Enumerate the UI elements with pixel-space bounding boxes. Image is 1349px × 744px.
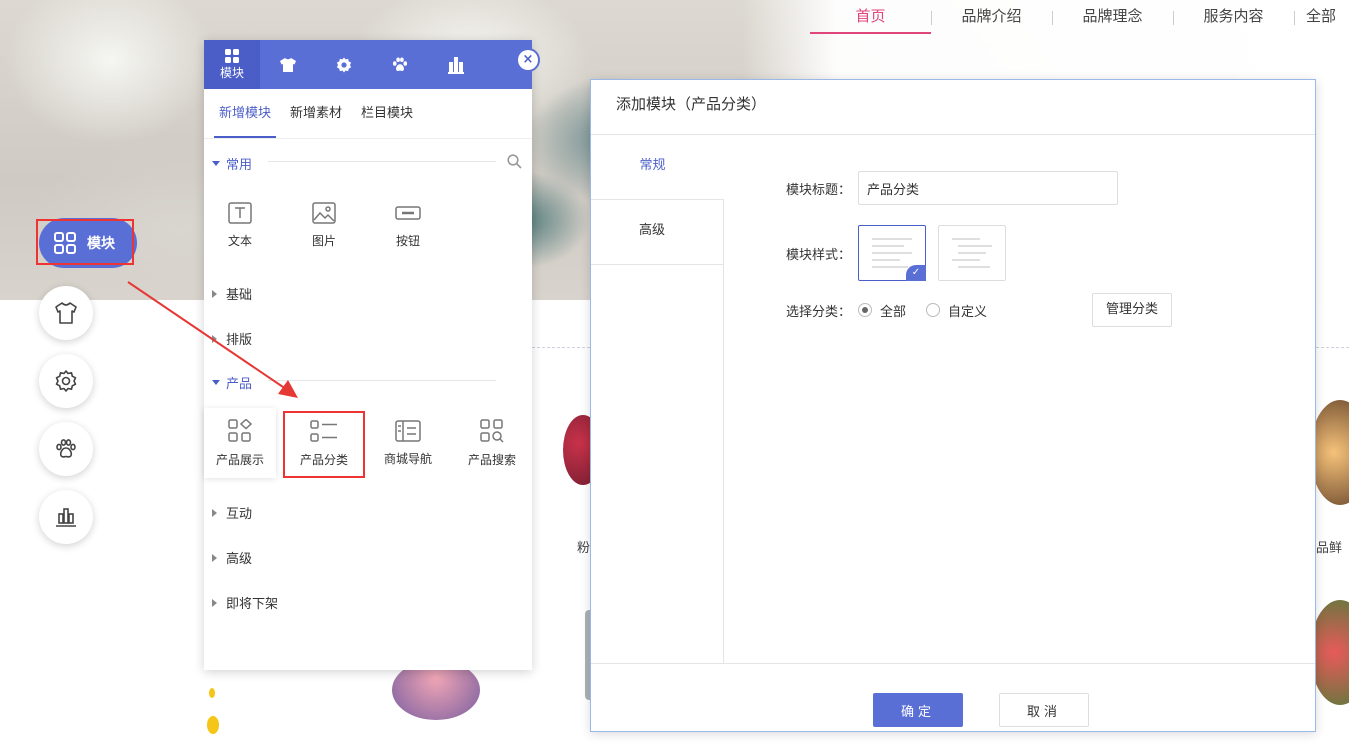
radio-all[interactable]: 全部: [858, 301, 906, 320]
radio-custom[interactable]: 自定义: [926, 301, 987, 320]
side-tab-general[interactable]: 常规: [591, 135, 724, 200]
add-module-dialog: 添加模块（产品分类） 常规 高级 模块标题： 模块样式： ✓ 选择分类： 全部: [590, 79, 1316, 732]
radio-label: 全部: [880, 304, 907, 320]
side-tab-advanced[interactable]: 高级: [591, 200, 723, 265]
dialog-footer: 确定 取消: [591, 663, 1315, 732]
confirm-button[interactable]: 确定: [873, 693, 963, 727]
page: 粉 品鲜 首页 品牌介绍 品牌理念 服务内容 全部 模块 模块 × 新增模块 新…: [0, 0, 1349, 744]
radio-dot: [858, 303, 872, 317]
dialog-side-tabs: 常规 高级: [591, 135, 724, 664]
form-label: 选择分类：: [786, 304, 852, 320]
style-option-2[interactable]: [938, 225, 1006, 281]
form-row-style: 模块样式： ✓: [786, 225, 1018, 281]
style-preview-icon: [872, 238, 912, 268]
style-preview-icon: [952, 238, 992, 268]
form-label: 模块标题：: [786, 182, 852, 198]
style-option-1[interactable]: ✓: [858, 225, 926, 281]
radio-label: 自定义: [948, 304, 988, 320]
form-row-title: 模块标题：: [786, 171, 1118, 205]
cancel-button[interactable]: 取消: [999, 693, 1089, 727]
check-icon: ✓: [906, 265, 926, 281]
radio-dot: [926, 303, 941, 317]
manage-category-button[interactable]: 管理分类: [1092, 293, 1173, 327]
form-label: 模块样式：: [786, 247, 852, 263]
form-row-category: 选择分类： 全部 自定义 管理分类: [786, 293, 1173, 327]
module-title-input[interactable]: [858, 171, 1118, 205]
dialog-title: 添加模块（产品分类）: [591, 80, 1315, 135]
